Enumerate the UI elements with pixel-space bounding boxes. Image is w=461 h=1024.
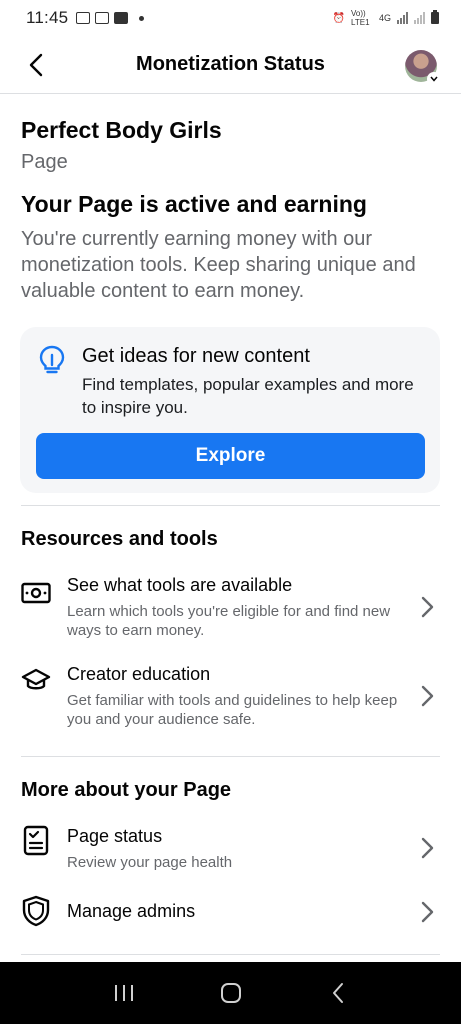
network-label: 4G bbox=[378, 13, 391, 23]
ideas-card-description: Find templates, popular examples and mor… bbox=[82, 375, 414, 417]
ideas-card: Get ideas for new content Find templates… bbox=[20, 327, 440, 493]
monetization-status-description: You're currently earning money with our … bbox=[21, 228, 416, 302]
clipboard-check-icon bbox=[20, 824, 52, 856]
resource-item-subtitle: Get familiar with tools and guidelines t… bbox=[67, 692, 398, 728]
system-back-button[interactable] bbox=[318, 973, 358, 1013]
notification-icons bbox=[76, 12, 145, 24]
divider bbox=[21, 756, 440, 757]
ideas-card-title: Get ideas for new content bbox=[82, 345, 310, 367]
more-item-subtitle: Review your page health bbox=[67, 854, 233, 871]
facebook-icon bbox=[114, 12, 129, 24]
signal-strength-2-icon bbox=[414, 12, 425, 24]
home-button[interactable] bbox=[211, 973, 251, 1013]
divider bbox=[21, 954, 440, 955]
gmail-icon bbox=[95, 12, 110, 24]
gallery-icon bbox=[76, 12, 91, 24]
battery-icon bbox=[431, 10, 439, 24]
signal-strength-icon bbox=[397, 12, 408, 24]
divider bbox=[21, 505, 440, 506]
explore-button[interactable]: Explore bbox=[36, 433, 425, 479]
recent-apps-button[interactable] bbox=[104, 973, 144, 1013]
page-name: Perfect Body Girls bbox=[21, 117, 222, 143]
system-icons: ⏰ Vo)) LTE1 4G bbox=[333, 9, 439, 27]
page-title: Monetization Status bbox=[136, 53, 325, 75]
profile-switcher[interactable] bbox=[405, 50, 441, 86]
back-button[interactable] bbox=[16, 45, 56, 85]
more-item-page-status[interactable]: Page status Review your page health bbox=[0, 820, 461, 880]
resource-item-title: See what tools are available bbox=[67, 575, 293, 595]
shield-icon bbox=[20, 895, 52, 927]
more-item-title: Manage admins bbox=[67, 901, 196, 921]
chevron-right-icon bbox=[421, 837, 434, 859]
resource-item-title: Creator education bbox=[67, 664, 211, 684]
chevron-right-icon bbox=[421, 685, 434, 707]
chevron-left-icon bbox=[29, 53, 43, 76]
monetization-status-title: Your Page is active and earning bbox=[21, 191, 367, 217]
money-icon bbox=[20, 577, 52, 609]
lightbulb-icon bbox=[39, 345, 65, 374]
alarm-icon: ⏰ bbox=[332, 12, 345, 24]
more-notifications-icon bbox=[139, 15, 145, 21]
chevron-down-icon bbox=[427, 72, 441, 86]
resource-item-tools-available[interactable]: See what tools are available Learn which… bbox=[0, 569, 461, 644]
graduation-cap-icon bbox=[20, 664, 52, 696]
more-item-title: Page status bbox=[67, 826, 163, 846]
status-bar: 11:45 ⏰ Vo)) LTE1 4G bbox=[0, 0, 461, 36]
chevron-right-icon bbox=[421, 596, 434, 618]
more-about-section-title: More about your Page bbox=[21, 779, 232, 801]
recent-apps-icon bbox=[114, 985, 133, 1001]
resource-item-creator-education[interactable]: Creator education Get familiar with tool… bbox=[0, 658, 461, 733]
resources-section-title: Resources and tools bbox=[21, 528, 218, 550]
back-arrow-icon bbox=[332, 983, 343, 1003]
resource-item-subtitle: Learn which tools you're eligible for an… bbox=[67, 603, 391, 639]
top-app-bar: Monetization Status bbox=[0, 36, 461, 94]
system-navigation-bar bbox=[0, 962, 461, 1024]
page-kind: Page bbox=[21, 151, 68, 173]
home-icon bbox=[220, 983, 241, 1003]
status-time: 11:45 bbox=[26, 8, 69, 27]
chevron-right-icon bbox=[421, 901, 434, 923]
volte-label: Vo)) LTE1 bbox=[350, 9, 370, 27]
more-item-manage-admins[interactable]: Manage admins bbox=[0, 893, 461, 933]
